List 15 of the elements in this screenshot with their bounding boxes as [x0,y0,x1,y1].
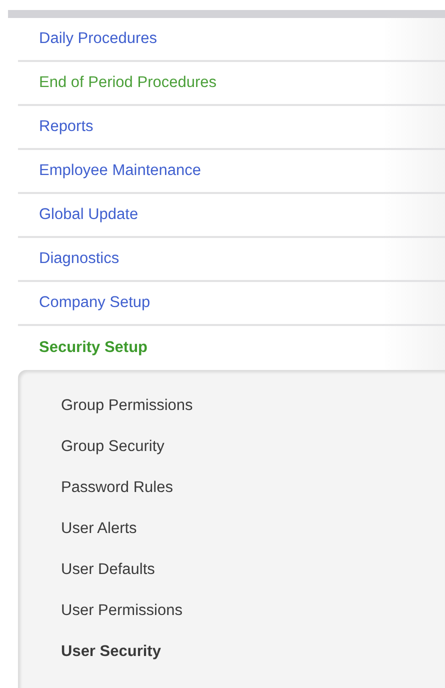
submenu-item[interactable]: User Defaults [61,560,155,578]
submenu-item[interactable]: User Alerts [61,520,137,538]
submenu-item[interactable]: Group Security [61,438,164,456]
menu-item[interactable]: Daily Procedures [39,30,158,48]
submenu-item[interactable]: Group Permissions [61,396,193,414]
menu-item[interactable]: Employee Maintenance [39,162,201,180]
menu-item[interactable]: Diagnostics [39,250,120,268]
menu-item[interactable]: Security Setup [39,339,148,357]
menu-item[interactable]: Global Update [39,206,138,224]
submenu-item[interactable]: User Permissions [61,602,182,620]
submenu-item[interactable]: Password Rules [61,478,173,496]
menu-item[interactable]: Company Setup [39,294,150,312]
submenu-item[interactable]: User Security [61,642,161,660]
menu-item[interactable]: End of Period Procedures [39,74,216,92]
menu-item[interactable]: Reports [39,118,94,136]
